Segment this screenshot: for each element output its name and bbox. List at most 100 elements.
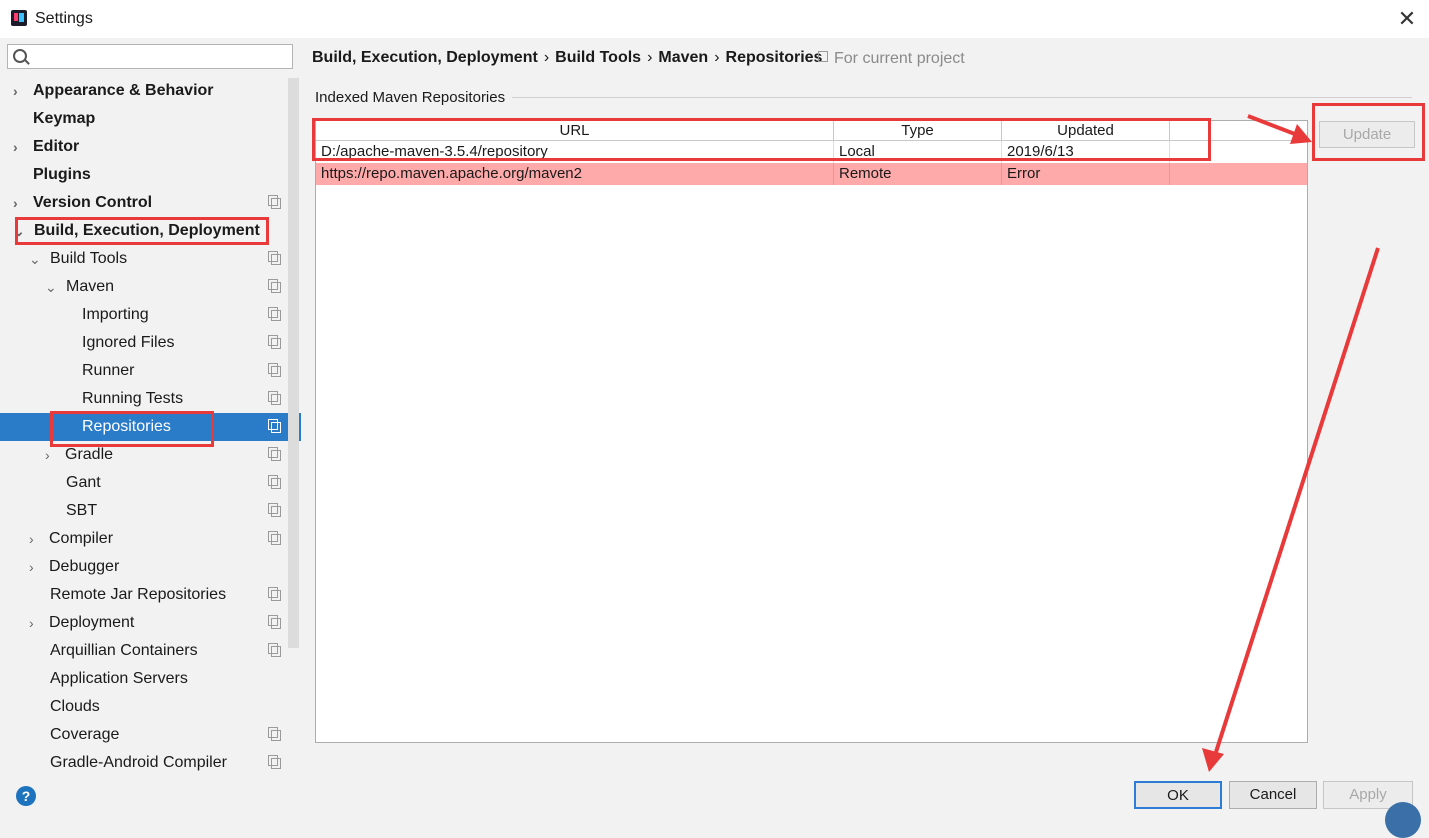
- cancel-button[interactable]: Cancel: [1229, 781, 1317, 809]
- copy-icon: [268, 475, 281, 489]
- copy-icon: [268, 335, 281, 349]
- sidebar-item-label: Arquillian Containers: [50, 642, 198, 659]
- breadcrumb-item[interactable]: Build Tools: [555, 49, 641, 66]
- cell-type: Remote: [834, 163, 1002, 185]
- sidebar-item-label: Ignored Files: [82, 334, 175, 351]
- project-scope-note: For current project: [818, 50, 965, 68]
- cell-empty: [1170, 141, 1307, 163]
- sidebar-item-label: Application Servers: [50, 670, 188, 687]
- sidebar-item-label: Runner: [82, 362, 135, 379]
- chevron-right-icon[interactable]: ›: [13, 77, 25, 105]
- cell-url: D:/apache-maven-3.5.4/repository: [316, 141, 834, 163]
- chevron-right-icon[interactable]: ›: [29, 525, 41, 553]
- copy-icon: [268, 279, 281, 293]
- sidebar-item[interactable]: Runner: [0, 357, 288, 385]
- chevron-right-icon[interactable]: ›: [29, 609, 41, 637]
- search-field[interactable]: [7, 44, 293, 69]
- sidebar-item[interactable]: Keymap: [0, 105, 288, 133]
- sidebar-item-label: Running Tests: [82, 390, 184, 407]
- breadcrumb-separator: ›: [714, 49, 720, 66]
- copy-icon: [818, 51, 828, 62]
- sidebar-item-label: Remote Jar Repositories: [50, 586, 227, 603]
- group-title: Indexed Maven Repositories: [315, 89, 506, 106]
- sidebar-item-label: Keymap: [33, 110, 96, 127]
- sidebar-item[interactable]: Ignored Files: [0, 329, 288, 357]
- sidebar-item-label: Plugins: [33, 166, 91, 183]
- sidebar-item[interactable]: ⌄ Maven: [0, 273, 288, 301]
- copy-icon: [268, 503, 281, 517]
- repositories-table: URL Type Updated D:/apache-maven-3.5.4/r…: [315, 120, 1308, 743]
- intellij-app-icon: [11, 10, 27, 26]
- breadcrumb-separator: ›: [647, 49, 653, 66]
- column-header-url[interactable]: URL: [316, 121, 834, 141]
- sidebar-item[interactable]: › Version Control: [0, 189, 288, 217]
- cell-updated: 2019/6/13: [1002, 141, 1170, 163]
- copy-icon: [268, 419, 281, 433]
- chevron-down-icon[interactable]: ⌄: [45, 273, 57, 301]
- sidebar-item[interactable]: Running Tests: [0, 385, 288, 413]
- arrow-head: [1202, 748, 1224, 772]
- sidebar-item[interactable]: Application Servers: [0, 665, 288, 693]
- search-input[interactable]: [32, 47, 291, 68]
- sidebar-item[interactable]: › Editor: [0, 133, 288, 161]
- copy-icon: [268, 587, 281, 601]
- chevron-down-icon[interactable]: ⌄: [29, 245, 41, 273]
- cell-url: https://repo.maven.apache.org/maven2: [316, 163, 834, 185]
- copy-icon: [268, 391, 281, 405]
- sidebar-item-label: Repositories: [82, 418, 171, 435]
- sidebar-scrollbar[interactable]: [288, 78, 299, 648]
- floating-badge-icon: [1385, 802, 1421, 838]
- sidebar-item[interactable]: Importing: [0, 301, 288, 329]
- close-button[interactable]: ✕: [1392, 4, 1422, 34]
- search-icon: [13, 49, 27, 63]
- chevron-right-icon[interactable]: ›: [13, 189, 25, 217]
- column-header-empty: [1170, 121, 1307, 141]
- sidebar-item[interactable]: Gant: [0, 469, 288, 497]
- copy-icon: [268, 643, 281, 657]
- sidebar-item[interactable]: Repositories: [0, 413, 301, 441]
- chevron-right-icon[interactable]: ›: [29, 553, 41, 581]
- sidebar-item[interactable]: › Appearance & Behavior: [0, 77, 288, 105]
- sidebar-item-label: Coverage: [50, 726, 120, 743]
- sidebar-item[interactable]: › Deployment: [0, 609, 288, 637]
- cell-type: Local: [834, 141, 1002, 163]
- chevron-right-icon[interactable]: ›: [13, 133, 25, 161]
- update-button[interactable]: Update: [1319, 121, 1415, 148]
- sidebar-item[interactable]: Coverage: [0, 721, 288, 749]
- table-row[interactable]: D:/apache-maven-3.5.4/repository Local 2…: [316, 141, 1307, 163]
- sidebar-item-label: Gradle: [65, 446, 114, 463]
- copy-icon: [268, 531, 281, 545]
- help-icon[interactable]: ?: [16, 786, 36, 806]
- sidebar-item[interactable]: Arquillian Containers: [0, 637, 288, 665]
- sidebar-item[interactable]: SBT: [0, 497, 288, 525]
- sidebar-item[interactable]: › Gradle: [0, 441, 288, 469]
- table-row[interactable]: https://repo.maven.apache.org/maven2 Rem…: [316, 163, 1307, 185]
- breadcrumb-item[interactable]: Build, Execution, Deployment: [312, 49, 538, 66]
- breadcrumb-item[interactable]: Maven: [658, 49, 708, 66]
- sidebar-item[interactable]: Remote Jar Repositories: [0, 581, 288, 609]
- sidebar-item[interactable]: ⌄ Build Tools: [0, 245, 288, 273]
- column-header-type[interactable]: Type: [834, 121, 1002, 141]
- settings-sidebar: › Appearance & Behavior Keymap › Editor Plugi…: [0, 38, 301, 771]
- sidebar-item[interactable]: Clouds: [0, 693, 288, 721]
- sidebar-item-label: Maven: [66, 278, 115, 295]
- copy-icon: [268, 447, 281, 461]
- copy-icon: [268, 727, 281, 741]
- project-scope-label: For current project: [834, 50, 965, 67]
- copy-icon: [268, 363, 281, 377]
- sidebar-item-label: Deployment: [49, 614, 135, 631]
- cell-empty: [1170, 163, 1307, 185]
- chevron-down-icon[interactable]: ⌄: [13, 217, 25, 245]
- sidebar-item[interactable]: › Compiler: [0, 525, 288, 553]
- sidebar-item-label: Version Control: [33, 194, 153, 211]
- ok-button[interactable]: OK: [1134, 781, 1222, 809]
- window-title: Settings: [35, 10, 93, 27]
- sidebar-item[interactable]: Plugins: [0, 161, 288, 189]
- sidebar-item[interactable]: ⌄ Build, Execution, Deployment: [0, 217, 288, 245]
- column-header-updated[interactable]: Updated: [1002, 121, 1170, 141]
- breadcrumb-item: Repositories: [725, 49, 823, 66]
- sidebar-item[interactable]: › Debugger: [0, 553, 288, 581]
- chevron-right-icon[interactable]: ›: [45, 441, 57, 469]
- sidebar-item-label: Gant: [66, 474, 101, 491]
- sidebar-item-label: Editor: [33, 138, 80, 155]
